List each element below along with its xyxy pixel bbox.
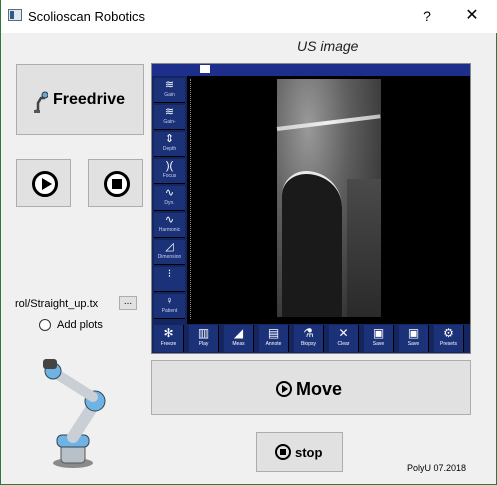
focus-label: Focus (162, 173, 177, 179)
save-image-label: Save (372, 341, 385, 347)
freeze-button[interactable]: ✻ Freeze (154, 325, 184, 352)
trajectory-file-path: rol/Straight_up.tx (15, 298, 99, 310)
move-button-content: Move (276, 377, 342, 401)
harmonic-label: Harmonic (158, 227, 181, 233)
gain-minus-control[interactable]: ≋ Gain- (154, 105, 185, 130)
pause-stop-button[interactable] (88, 159, 143, 207)
title-bar: Scolioscan Robotics ? ✕ (1, 0, 497, 33)
topbar-indicator (200, 65, 210, 73)
harmonic-control[interactable]: ∿ Harmonic (154, 213, 185, 238)
depth-label: Depth (162, 146, 177, 152)
stop-circle-icon (275, 444, 291, 460)
help-button[interactable]: ? (417, 6, 437, 26)
main-window: Scolioscan Robotics ? ✕ US image Freedri… (0, 0, 497, 485)
gain-label: Gain (164, 92, 175, 98)
stop-label: stop (295, 444, 323, 460)
save-image-icon: ▣ (372, 326, 385, 340)
patient-label: Patient (161, 308, 178, 314)
patient-icon: ♀ (165, 295, 174, 307)
freeze-label: Freeze (160, 341, 177, 347)
ultrasound-bottom-toolbar: ✻ Freeze ▥ Play ◢ Meas ▤ Annote ⚗ Biopsy ✕ Cle… (152, 324, 470, 353)
presets-button[interactable]: ⚙ Presets (434, 325, 464, 352)
move-button[interactable]: Move (151, 360, 471, 415)
add-plots-label: Add plots (57, 319, 103, 331)
play-circle-icon (276, 381, 292, 397)
measure-button[interactable]: ◢ Meas (224, 325, 254, 352)
measure-label: Meas (232, 341, 245, 347)
harmonic-icon: ∿ (164, 214, 175, 226)
ultrasound-topbar (152, 64, 470, 76)
clear-label: Clear (337, 341, 350, 347)
info-control[interactable]: ⁝ (154, 267, 185, 292)
annotate-icon: ▤ (267, 326, 280, 340)
save-image-button[interactable]: ▣ Save (364, 325, 394, 352)
gain-icon: ≋ (164, 79, 175, 91)
save-video-button[interactable]: ▣ Save (399, 325, 429, 352)
app-icon (8, 9, 22, 21)
close-button[interactable]: ✕ (460, 5, 484, 27)
dyn-icon: ∿ (164, 187, 175, 199)
play-label: Play (198, 341, 209, 347)
ruler-icon: ◢ (233, 326, 244, 340)
focus-icon: )( (165, 160, 174, 172)
depth-icon: ⇕ (164, 133, 175, 145)
clear-button[interactable]: ✕ Clear (329, 325, 359, 352)
browse-button[interactable]: ... (119, 296, 137, 310)
patient-control[interactable]: ♀ Patient (154, 294, 185, 319)
clear-icon: ✕ (338, 326, 349, 340)
snowflake-icon: ✻ (163, 326, 174, 340)
info-icon: ⁝ (167, 268, 172, 280)
window-title: Scolioscan Robotics (28, 9, 146, 24)
footer-credit: PolyU 07.2018 (407, 463, 467, 473)
biopsy-icon: ⚗ (303, 326, 314, 340)
stop-button[interactable]: stop (256, 432, 343, 472)
move-label: Move (296, 378, 343, 399)
biopsy-button[interactable]: ⚗ Biopsy (294, 325, 324, 352)
freedrive-button[interactable]: Freedrive (16, 64, 144, 135)
focus-control[interactable]: )(Focus (154, 159, 185, 184)
depth-control[interactable]: ⇕ Depth (154, 132, 185, 157)
freedrive-label: Freedrive (53, 91, 126, 108)
presets-label: Presets (440, 341, 457, 347)
depth-scale (190, 79, 192, 319)
add-plots-radio[interactable] (39, 319, 51, 331)
robot-arm-icon (34, 91, 48, 113)
echo-line (276, 114, 381, 131)
play-button[interactable] (16, 159, 71, 207)
annotate-button[interactable]: ▤ Annote (259, 325, 289, 352)
us-image-title: US image (297, 38, 359, 54)
film-icon: ▥ (197, 326, 210, 340)
save-video-label: Save (407, 341, 420, 347)
gear-icon: ⚙ (443, 326, 454, 340)
stop-button-content: stop (275, 444, 322, 460)
biopsy-label: Biopsy (300, 341, 316, 347)
dimension-label: Dimension (157, 254, 182, 260)
play-cine-button[interactable]: ▥ Play (189, 325, 219, 352)
dimension-control[interactable]: ◿ Dimension (154, 240, 185, 265)
gain-minus-icon: ≋ (164, 106, 175, 118)
gain-minus-label: Gain- (163, 119, 176, 125)
dyn-control[interactable]: ∿ Dyn. (154, 186, 185, 211)
dyn-label: Dyn. (164, 200, 175, 206)
tissue-region (347, 179, 381, 317)
ultrasound-viewer[interactable]: ≋ Gain ≋ Gain- ⇕ Depth )(Focus ∿ Dyn. ∿ Harmo… (151, 63, 471, 354)
ultrasound-left-toolbar: ≋ Gain ≋ Gain- ⇕ Depth )(Focus ∿ Dyn. ∿ Harmo… (152, 76, 187, 324)
annotate-label: Annote (265, 341, 282, 347)
ultrasound-image (276, 79, 381, 317)
ur-robot-arm-icon (43, 359, 106, 468)
dimension-icon: ◿ (165, 241, 174, 253)
play-circle-icon (32, 171, 58, 197)
gain-control[interactable]: ≋ Gain (154, 78, 185, 103)
stop-circle-icon (104, 171, 130, 197)
save-video-icon: ▣ (407, 326, 420, 340)
bone-shadow (282, 171, 342, 317)
